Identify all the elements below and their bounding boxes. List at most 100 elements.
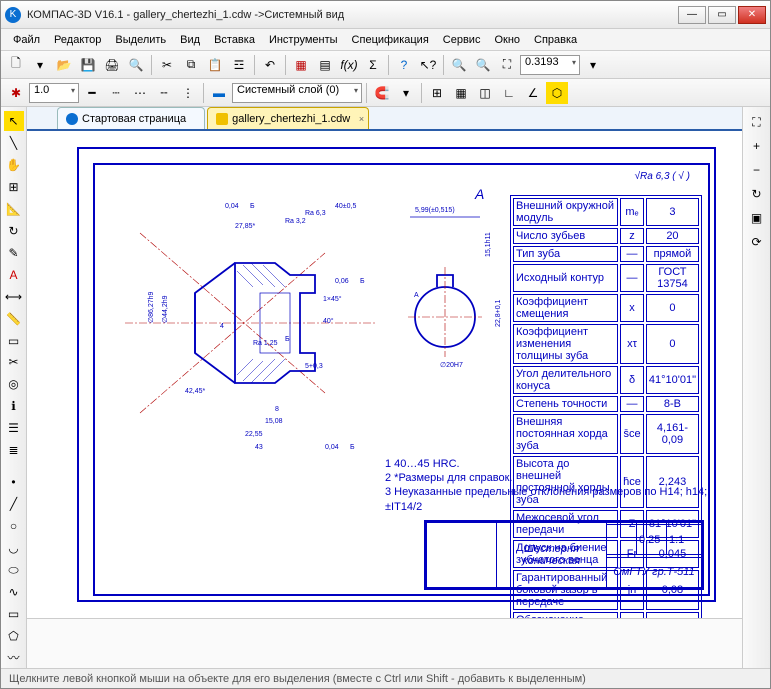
circle-icon[interactable]: ○ [4, 516, 24, 536]
tab-start[interactable]: Стартовая страница [57, 107, 205, 129]
menu-view[interactable]: Вид [174, 32, 206, 48]
angle-icon[interactable]: ∠ [522, 82, 544, 104]
frame-icon[interactable]: ▭ [4, 331, 24, 351]
grid2-icon[interactable]: ▦ [450, 82, 472, 104]
spec-icon[interactable]: ☰ [4, 418, 24, 438]
vars-icon[interactable]: ▦ [290, 54, 312, 76]
zoom-combo[interactable]: 0.3193 [520, 55, 580, 75]
save-icon[interactable]: 💾 [77, 54, 99, 76]
svg-text:42,45*: 42,45* [185, 388, 206, 395]
grid-icon[interactable]: ⊞ [426, 82, 448, 104]
tab-document[interactable]: gallery_chertezhi_1.cdw × [207, 107, 369, 129]
paste-icon[interactable]: 📋 [204, 54, 226, 76]
point-icon[interactable]: • [4, 472, 24, 492]
magnet-icon[interactable]: 🧲 [371, 82, 393, 104]
magnet-drop-icon[interactable]: ▾ [395, 82, 417, 104]
help-icon[interactable]: ? [393, 54, 415, 76]
fit-icon[interactable]: ▣ [746, 207, 768, 229]
app-icon: K [5, 7, 21, 23]
target-icon[interactable]: ◎ [4, 374, 24, 394]
path-icon[interactable]: 〰 [4, 648, 24, 668]
redraw-icon[interactable]: ⟳ [746, 231, 768, 253]
letter-icon[interactable]: A [4, 265, 24, 285]
menu-edit[interactable]: Редактор [48, 32, 107, 48]
line-tool-icon[interactable]: ╲ [4, 133, 24, 153]
menu-window[interactable]: Окно [488, 32, 526, 48]
svg-text:1×45°: 1×45° [323, 295, 342, 303]
close-button[interactable]: ✕ [738, 6, 766, 24]
dim-icon[interactable]: ⟷ [4, 287, 24, 307]
zoom-step-icon[interactable]: ▾ [582, 54, 604, 76]
copy-icon[interactable]: ⧉ [180, 54, 202, 76]
line-dash-icon[interactable]: ┄ [105, 82, 127, 104]
cursor-icon[interactable]: ↖? [417, 54, 439, 76]
tab-label: gallery_chertezhi_1.cdw [232, 113, 350, 125]
line-hidden-icon[interactable]: ╌ [153, 82, 175, 104]
menubar: Файл Редактор Выделить Вид Вставка Инстр… [1, 29, 770, 51]
line-center-icon[interactable]: ⋯ [129, 82, 151, 104]
svg-text:0,04: 0,04 [225, 203, 239, 210]
rect-icon[interactable]: ▭ [4, 604, 24, 624]
menu-spec[interactable]: Спецификация [346, 32, 435, 48]
tab-close-icon[interactable]: × [359, 114, 364, 124]
open-icon[interactable]: 📂 [53, 54, 75, 76]
zoom-in-icon[interactable]: 🔍 [448, 54, 470, 76]
menu-tools[interactable]: Инструменты [263, 32, 344, 48]
ortho-icon[interactable]: ∟ [498, 82, 520, 104]
pencil-icon[interactable]: ✎ [4, 243, 24, 263]
select-tool-icon[interactable]: ↖ [4, 111, 24, 131]
zoom-plus-icon[interactable]: + [746, 135, 768, 157]
ellipse-icon[interactable]: ⬭ [4, 560, 24, 580]
snap-icon[interactable]: ◫ [474, 82, 496, 104]
zoom-region-icon[interactable]: ⛶ [496, 54, 518, 76]
maximize-button[interactable]: ▭ [708, 6, 736, 24]
measure-tool-icon[interactable]: 📐 [4, 199, 24, 219]
table-icon[interactable]: ▤ [314, 54, 336, 76]
sigma-icon[interactable]: Σ [362, 54, 384, 76]
seg-icon[interactable]: ╱ [4, 494, 24, 514]
toggle-icon[interactable]: ⬡ [546, 82, 568, 104]
props-icon[interactable]: ☲ [228, 54, 250, 76]
menu-select[interactable]: Выделить [109, 32, 172, 48]
pan-tool-icon[interactable]: ✋ [4, 155, 24, 175]
minimize-button[interactable]: — [678, 6, 706, 24]
print-icon[interactable]: 🖨 [101, 54, 123, 76]
menu-file[interactable]: Файл [7, 32, 46, 48]
grid-tool-icon[interactable]: ⊞ [4, 177, 24, 197]
menu-service[interactable]: Сервис [437, 32, 487, 48]
zoom-minus-icon[interactable]: − [746, 159, 768, 181]
layer-icon[interactable]: ▬ [208, 82, 230, 104]
lineweight-combo[interactable]: 1.0 [29, 83, 79, 103]
menu-insert[interactable]: Вставка [208, 32, 261, 48]
info-icon[interactable]: ℹ [4, 396, 24, 416]
undo-icon[interactable]: ↶ [259, 54, 281, 76]
measure2-icon[interactable]: 📏 [4, 309, 24, 329]
canvas[interactable]: √Ra 6,3 ( √ ) [27, 131, 742, 618]
preview-icon[interactable]: 🔍 [125, 54, 147, 76]
fx-icon[interactable]: f(x) [338, 54, 360, 76]
poly-icon[interactable]: ⬠ [4, 626, 24, 646]
svg-text:8: 8 [275, 406, 279, 413]
svg-text:Ra 3,2: Ra 3,2 [285, 218, 306, 225]
spline-icon[interactable]: ∿ [4, 582, 24, 602]
layer-combo[interactable]: Системный слой (0) [232, 83, 362, 103]
refresh-icon[interactable]: ↻ [4, 221, 24, 241]
svg-text:22,8+0,1: 22,8+0,1 [495, 299, 502, 327]
dropdown-icon[interactable]: ▾ [29, 54, 51, 76]
scissors-icon[interactable]: ✂ [4, 352, 24, 372]
linestyle-icon[interactable]: ✱ [5, 82, 27, 104]
zoom-out-icon[interactable]: 🔍 [472, 54, 494, 76]
zoom-all-icon[interactable]: ⛶ [746, 111, 768, 133]
line-solid-icon[interactable]: ━ [81, 82, 103, 104]
svg-text:Б: Б [350, 444, 355, 451]
section-view: А 5,99(±0,515) 15,1h11 А 22,8+0,1 [400, 187, 510, 387]
rotate-icon[interactable]: ↻ [746, 183, 768, 205]
report-icon[interactable]: ≣ [4, 440, 24, 460]
arc-icon[interactable]: ◡ [4, 538, 24, 558]
new-icon[interactable]: 🗋 [5, 54, 27, 76]
svg-text:Б: Б [360, 278, 365, 285]
line-phantom-icon[interactable]: ⋮ [177, 82, 199, 104]
svg-text:15,1h11: 15,1h11 [485, 232, 492, 257]
menu-help[interactable]: Справка [528, 32, 583, 48]
cut-icon[interactable]: ✂ [156, 54, 178, 76]
